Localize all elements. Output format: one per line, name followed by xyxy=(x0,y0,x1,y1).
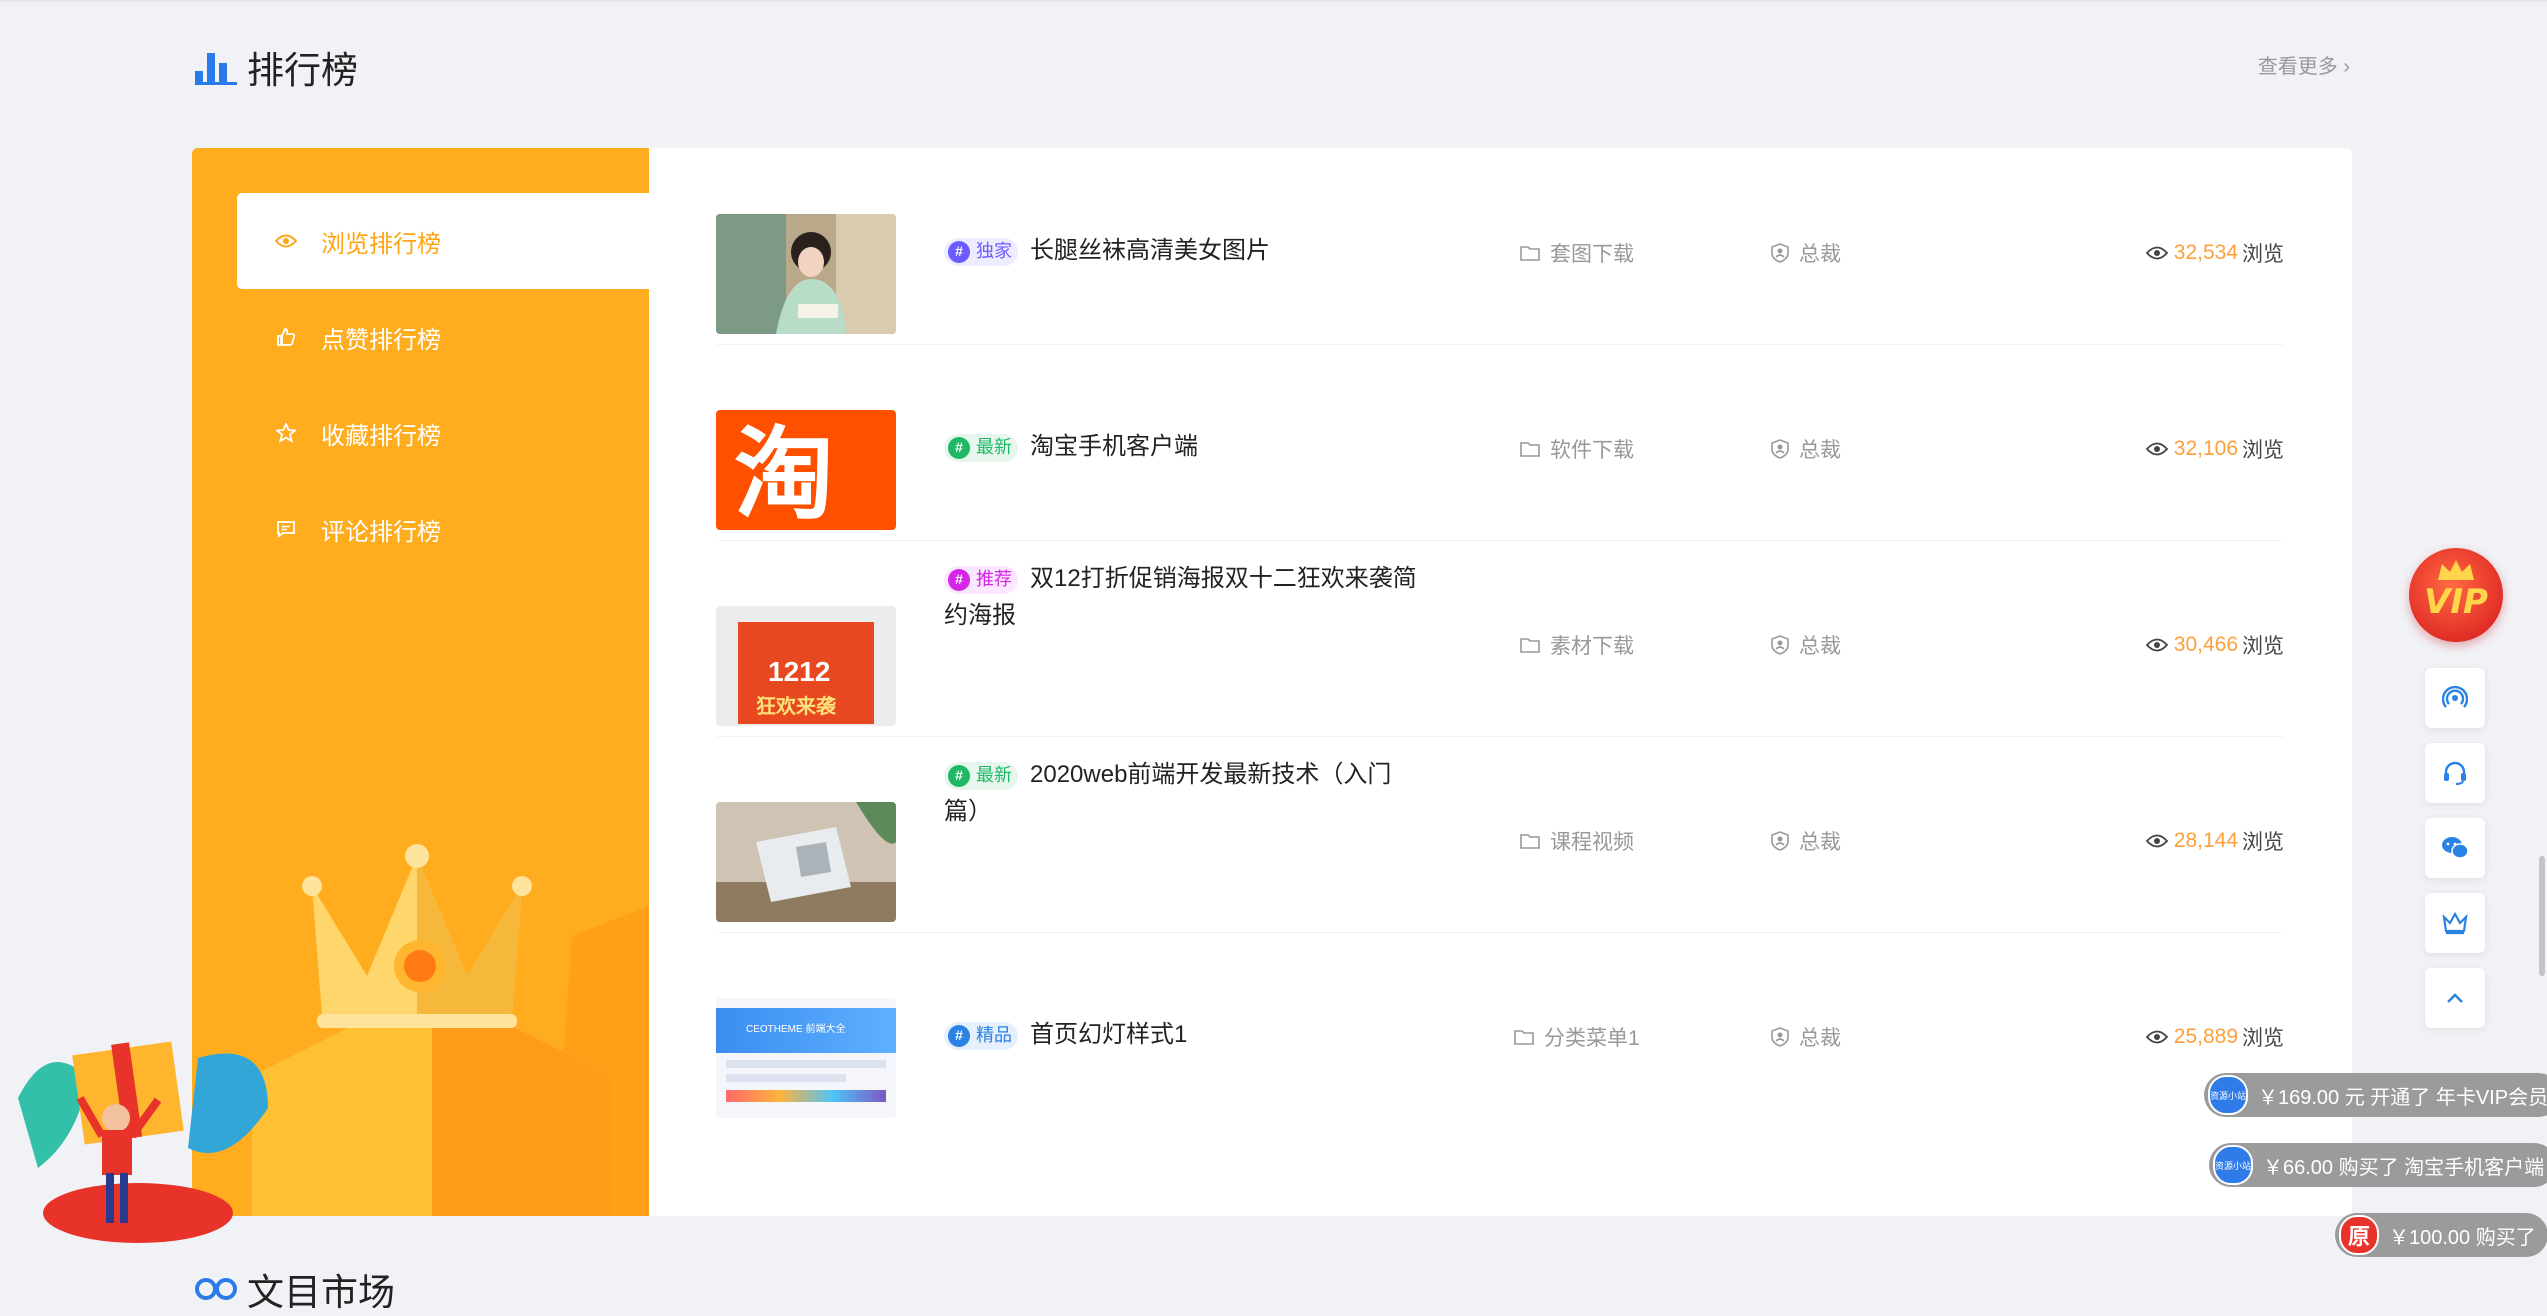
placeholder-bar xyxy=(726,1090,886,1102)
category[interactable]: 素材下载 xyxy=(1520,630,1634,660)
eye-icon xyxy=(275,234,297,248)
list-item[interactable]: 淘 # 最新 淘宝手机客户端 软件下载 总裁 32,106 浏览 xyxy=(716,344,2284,541)
ranking-list: # 独家 长腿丝袜高清美女图片 套图下载 总裁 32,534 浏览 淘 # 最新… xyxy=(649,148,2352,1216)
avatar: 资源小站 xyxy=(2213,1145,2253,1185)
view-count: 28,144 浏览 xyxy=(2145,826,2284,856)
sidebar-item-favorites[interactable]: 收藏排行榜 xyxy=(237,385,649,481)
arrow-up-icon xyxy=(2447,993,2463,1003)
poster-text: 狂欢来袭 xyxy=(756,696,836,718)
crown-icon xyxy=(2442,911,2468,935)
avatar: 原 xyxy=(2339,1215,2379,1255)
taobao-logo: 淘 xyxy=(734,419,834,530)
category[interactable]: 套图下载 xyxy=(1520,238,1634,268)
eye-icon xyxy=(2145,442,2168,456)
thumbnail[interactable] xyxy=(716,802,896,922)
purchase-notice: 资源小站 ￥169.00 元 开通了 年卡VIP会员 xyxy=(2204,1073,2547,1117)
photo-girl-image xyxy=(716,214,896,334)
item-title[interactable]: 首页幻灯样式1 xyxy=(1030,1021,1187,1048)
star-icon xyxy=(276,423,296,443)
eye-icon xyxy=(2145,834,2168,848)
page-scrollbar[interactable] xyxy=(2539,856,2545,976)
user-shield-icon xyxy=(1771,1027,1789,1047)
thumbnail[interactable]: 1212 狂欢来袭 xyxy=(716,606,896,726)
folder-icon xyxy=(1520,638,1540,653)
badge: # 精品 xyxy=(944,1021,1018,1050)
badge: # 推荐 xyxy=(944,565,1018,594)
signal-icon xyxy=(2442,685,2468,708)
ranking-board: 浏览排行榜 点赞排行榜 收藏排行榜 评论排行榜 # 独家 长腿丝袜高清美女图片 … xyxy=(192,148,2352,1216)
user-shield-icon xyxy=(1771,243,1789,263)
section-header: 排行榜 xyxy=(195,40,358,94)
section-icon xyxy=(195,1278,237,1300)
next-section-header: 文目市场 xyxy=(195,1262,395,1316)
sidebar-item-comments[interactable]: 评论排行榜 xyxy=(237,481,649,577)
view-count: 25,889 浏览 xyxy=(2145,1022,2284,1052)
vip-crown-button[interactable] xyxy=(2425,893,2485,953)
eye-icon xyxy=(2145,246,2168,260)
wechat-icon xyxy=(2442,837,2469,859)
purchase-notice: 资源小站 ￥66.00 购买了 淘宝手机客户端 xyxy=(2209,1143,2547,1187)
user-shield-icon xyxy=(1771,635,1789,655)
category[interactable]: 分类菜单1 xyxy=(1514,1022,1640,1052)
view-count: 32,106 浏览 xyxy=(2145,434,2284,464)
list-item[interactable]: CEOTHEME 前端大全 #精品 首页幻灯样式1 分类菜单1 总裁 25,8 xyxy=(716,932,2284,1128)
author[interactable]: 总裁 xyxy=(1771,630,1841,660)
sidebar-item-label: 浏览排行榜 xyxy=(321,230,441,258)
comment-icon xyxy=(277,521,295,538)
view-count: 30,466 浏览 xyxy=(2145,630,2284,660)
eye-icon xyxy=(2145,1030,2168,1044)
thumbnail[interactable]: CEOTHEME 前端大全 xyxy=(716,998,896,1118)
folder-icon xyxy=(1520,442,1540,457)
wechat-button[interactable] xyxy=(2425,818,2485,878)
list-item[interactable]: # 最新 2020web前端开发最新技术（入门篇） 课程视频 总裁 28,144 浏… xyxy=(716,736,2284,933)
sidebar-item-label: 点赞排行榜 xyxy=(321,326,441,354)
category[interactable]: 软件下载 xyxy=(1520,434,1634,464)
badge: # 最新 xyxy=(944,761,1018,790)
author[interactable]: 总裁 xyxy=(1771,434,1841,464)
folder-icon xyxy=(1520,834,1540,849)
placeholder-bar xyxy=(726,1074,846,1082)
poster-text: 1212 xyxy=(768,656,831,687)
avatar: 资源小站 xyxy=(2208,1075,2248,1115)
item-title[interactable]: 淘宝手机客户端 xyxy=(1030,433,1198,460)
crown-icon xyxy=(2438,560,2474,580)
top-border xyxy=(0,0,2547,2)
vip-badge[interactable]: VIP xyxy=(2409,548,2503,642)
list-item[interactable]: 1212 狂欢来袭 # 推荐 双12打折促销海报双十二狂欢来袭简约海报 素材下载 … xyxy=(716,540,2284,737)
sidebar-item-label: 收藏排行榜 xyxy=(321,422,441,450)
sidebar-item-likes[interactable]: 点赞排行榜 xyxy=(237,289,649,385)
view-count: 32,534 浏览 xyxy=(2145,238,2284,268)
gift-mascot-illustration xyxy=(18,1041,268,1243)
thumbnail[interactable]: 淘 xyxy=(716,410,896,530)
banner-text: CEOTHEME 前端大全 xyxy=(746,1024,846,1035)
thumbnail[interactable] xyxy=(716,214,896,334)
folder-icon xyxy=(1520,246,1540,261)
customer-service-button[interactable] xyxy=(2425,743,2485,803)
user-shield-icon xyxy=(1771,439,1789,459)
laptop-photo-image xyxy=(716,802,896,922)
sidebar-item-views[interactable]: 浏览排行榜 xyxy=(237,193,649,289)
view-more-link[interactable]: 查看更多 › xyxy=(2258,50,2350,79)
badge: # 独家 xyxy=(944,237,1018,266)
sidebar-item-label: 评论排行榜 xyxy=(321,518,441,546)
folder-icon xyxy=(1514,1030,1534,1045)
section-title: 排行榜 xyxy=(247,50,358,91)
purchase-notice: 原 ￥100.00 购买了 xyxy=(2335,1213,2547,1257)
thumbs-up-icon xyxy=(277,328,296,346)
eye-icon xyxy=(2145,638,2168,652)
author[interactable]: 总裁 xyxy=(1771,1022,1841,1052)
list-item[interactable]: # 独家 长腿丝袜高清美女图片 套图下载 总裁 32,534 浏览 xyxy=(716,148,2284,345)
user-shield-icon xyxy=(1771,831,1789,851)
back-to-top-button[interactable] xyxy=(2425,968,2485,1028)
author[interactable]: 总裁 xyxy=(1771,826,1841,856)
signal-button[interactable] xyxy=(2425,668,2485,728)
bar-chart-icon xyxy=(195,53,237,85)
placeholder-bar xyxy=(726,1060,886,1068)
headset-icon xyxy=(2444,761,2466,785)
category[interactable]: 课程视频 xyxy=(1520,826,1634,856)
item-title[interactable]: 长腿丝袜高清美女图片 xyxy=(1030,237,1270,264)
badge: # 最新 xyxy=(944,433,1018,462)
author[interactable]: 总裁 xyxy=(1771,238,1841,268)
